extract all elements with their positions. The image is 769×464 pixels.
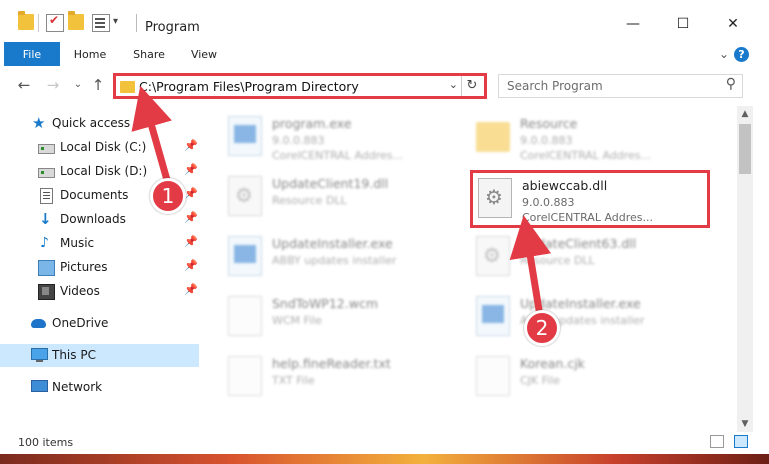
step-1-marker: 1 (150, 178, 186, 214)
arrow-to-address-bar (131, 85, 172, 181)
annotation-arrows (131, 85, 552, 317)
step-2-marker: 2 (524, 310, 560, 346)
arrow-to-file (509, 215, 552, 317)
